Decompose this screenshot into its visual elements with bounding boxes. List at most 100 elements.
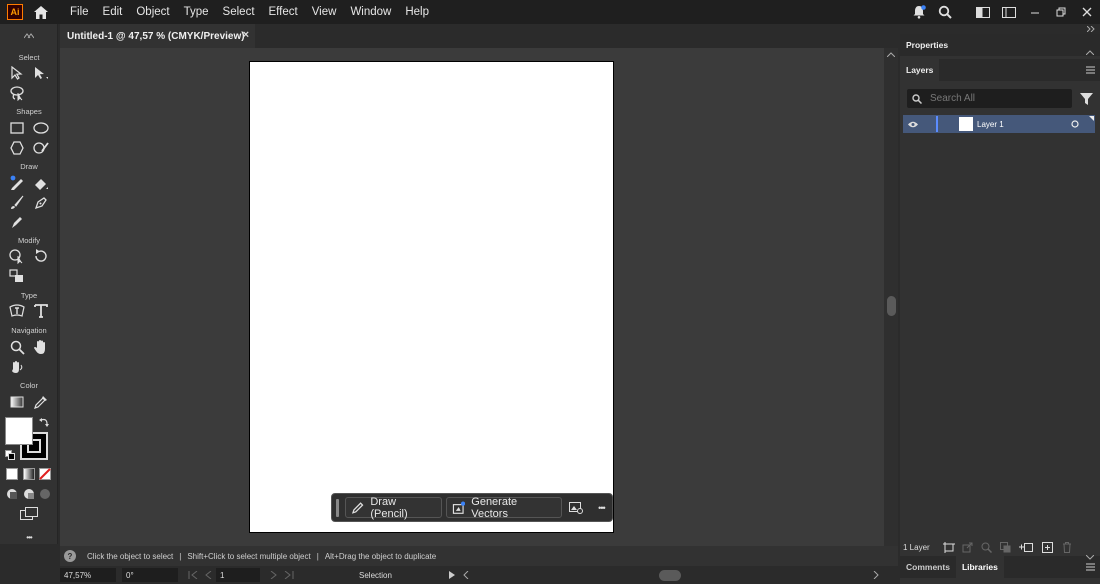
close-tab-icon[interactable]: ×	[243, 29, 249, 41]
arrange-documents-icon[interactable]	[970, 0, 996, 24]
gradient-mode-icon[interactable]	[23, 468, 35, 480]
artboard-number: 1	[220, 570, 225, 580]
layers-panel-menu-icon[interactable]	[1086, 66, 1095, 74]
artboard[interactable]	[249, 61, 614, 533]
draw-behind-icon[interactable]	[23, 488, 35, 500]
draw-normal-icon[interactable]	[6, 488, 18, 500]
help-icon[interactable]: ?	[64, 550, 76, 562]
menu-object[interactable]: Object	[129, 0, 176, 24]
menu-edit[interactable]: Edit	[96, 0, 130, 24]
menu-file[interactable]: File	[63, 0, 96, 24]
tab-properties[interactable]: Properties	[900, 34, 954, 56]
delete-layer-icon[interactable]	[1062, 541, 1072, 553]
notifications-icon[interactable]	[906, 0, 932, 24]
draw-inside-icon[interactable]	[39, 488, 51, 500]
color-mode-icon[interactable]	[6, 468, 18, 480]
panel-scroll-up-icon[interactable]	[1086, 50, 1094, 55]
menu-select[interactable]: Select	[216, 0, 262, 24]
document-tab[interactable]: Untitled-1 @ 47,57 % (CMYK/Preview) ×	[60, 24, 255, 48]
minimize-icon[interactable]	[1022, 0, 1048, 24]
collapse-panels-icon[interactable]	[1087, 26, 1096, 32]
artboard-number-field[interactable]: 1	[216, 568, 260, 582]
rotate-view-tool-icon[interactable]	[7, 358, 27, 376]
first-artboard-icon[interactable]	[188, 571, 198, 579]
search-placeholder: Search All	[930, 93, 976, 104]
make-clipping-mask-icon[interactable]	[999, 541, 1011, 553]
lasso-tool-icon[interactable]	[7, 84, 27, 102]
menu-effect[interactable]: Effect	[262, 0, 305, 24]
edit-toolbar-button[interactable]: •••	[0, 533, 58, 542]
ellipse-tool-icon[interactable]	[31, 119, 51, 137]
more-options-icon[interactable]: •••	[591, 497, 612, 519]
eyedropper-tool-icon[interactable]	[31, 393, 51, 411]
menu-help[interactable]: Help	[398, 0, 436, 24]
restore-icon[interactable]	[1048, 0, 1074, 24]
locate-object-icon[interactable]	[962, 542, 973, 553]
layer-row[interactable]: Layer 1	[903, 115, 1095, 133]
default-colors-icon[interactable]	[5, 450, 15, 460]
vertical-scrollbar[interactable]	[884, 48, 898, 568]
image-options-icon[interactable]	[566, 497, 587, 519]
search-icon[interactable]	[932, 0, 958, 24]
last-artboard-icon[interactable]	[284, 571, 294, 579]
type-tool-icon[interactable]	[31, 302, 51, 320]
workspace-switcher-icon[interactable]	[996, 0, 1022, 24]
collect-for-export-icon[interactable]	[942, 541, 955, 553]
vertical-scrollbar-thumb[interactable]	[887, 296, 896, 316]
hscroll-left-icon[interactable]	[463, 571, 469, 579]
menu-window[interactable]: Window	[343, 0, 398, 24]
eraser-tool-icon[interactable]	[31, 174, 51, 192]
locate-zoom-icon[interactable]	[981, 542, 992, 553]
pencil-tool-icon[interactable]	[7, 174, 27, 192]
none-mode-icon[interactable]	[39, 468, 51, 480]
screen-mode-icon[interactable]	[20, 507, 38, 521]
scale-tool-icon[interactable]	[7, 267, 27, 285]
create-sublayer-icon[interactable]	[1018, 542, 1033, 553]
layer-name[interactable]: Layer 1	[977, 120, 1004, 129]
zoom-field[interactable]: 47,57%	[60, 568, 116, 582]
selection-tool-icon[interactable]	[7, 64, 27, 82]
pen-tool-icon[interactable]	[31, 194, 51, 212]
menu-type[interactable]: Type	[177, 0, 216, 24]
scroll-up-icon[interactable]	[887, 52, 895, 57]
gradient-tool-icon[interactable]	[7, 393, 27, 411]
status-bar: 47,57% 0° 1 Selection	[60, 566, 898, 584]
tab-comments[interactable]: Comments	[900, 562, 956, 572]
shape-builder-tool-icon[interactable]	[7, 247, 27, 265]
horizontal-scrollbar-thumb[interactable]	[659, 569, 681, 581]
layers-search-input[interactable]: Search All	[907, 89, 1072, 108]
bottom-panel-menu-icon[interactable]	[1086, 563, 1095, 571]
polygon-tool-icon[interactable]	[7, 139, 27, 157]
task-bar-grip[interactable]	[336, 498, 339, 517]
collapse-toolbar-icon[interactable]	[24, 33, 34, 39]
home-icon[interactable]	[32, 3, 50, 21]
menu-view[interactable]: View	[305, 0, 344, 24]
section-select-label: Select	[18, 53, 40, 62]
status-menu-icon[interactable]	[449, 571, 455, 579]
fill-swatch[interactable]	[5, 417, 33, 445]
rotate-tool-icon[interactable]	[31, 247, 51, 265]
next-artboard-icon[interactable]	[270, 571, 278, 579]
direct-selection-tool-icon[interactable]	[31, 64, 51, 82]
swap-fill-stroke-icon[interactable]	[39, 417, 50, 428]
generate-vectors-button[interactable]: Generate Vectors	[445, 496, 562, 520]
filter-icon[interactable]	[1080, 92, 1093, 105]
rotation-field[interactable]: 0°	[122, 568, 178, 582]
previous-artboard-icon[interactable]	[204, 571, 212, 579]
layer-target-icon[interactable]	[1071, 120, 1079, 128]
panel-scroll-down-icon[interactable]	[1086, 555, 1094, 560]
visibility-eye-icon[interactable]	[908, 121, 918, 128]
shaper-tool-icon[interactable]	[31, 139, 51, 157]
tab-layers[interactable]: Layers	[900, 59, 940, 81]
zoom-tool-icon[interactable]	[7, 338, 27, 356]
type-on-path-tool-icon[interactable]	[7, 302, 27, 320]
paintbrush-tool-icon[interactable]	[7, 194, 27, 212]
close-window-icon[interactable]	[1074, 0, 1100, 24]
draw-pencil-button[interactable]: Draw (Pencil)	[344, 496, 442, 520]
hand-tool-icon[interactable]	[31, 338, 51, 356]
shaper-pen-tool-icon[interactable]	[7, 213, 27, 231]
tab-libraries[interactable]: Libraries	[955, 556, 1004, 578]
rectangle-tool-icon[interactable]	[7, 119, 27, 137]
create-layer-icon[interactable]	[1041, 541, 1053, 553]
hscroll-right-icon[interactable]	[873, 571, 879, 579]
